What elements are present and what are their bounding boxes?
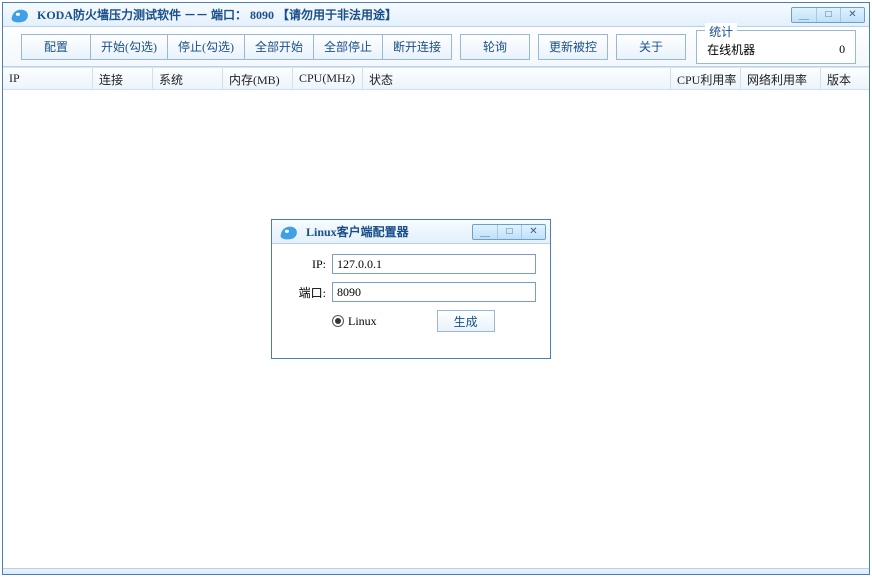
config-button[interactable]: 配置 — [21, 34, 91, 60]
dialog-window: Linux客户端配置器 ＿ □ ✕ IP: 端口: Linux 生成 — [271, 219, 551, 359]
dialog-close-icon[interactable]: ✕ — [521, 225, 545, 239]
col-ip[interactable]: IP — [3, 68, 93, 89]
stop-checked-button[interactable]: 停止(勾选) — [168, 34, 245, 60]
about-button[interactable]: 关于 — [616, 34, 686, 60]
app-logo-icon — [9, 4, 31, 26]
port-label: 端口: — [286, 284, 326, 301]
disconnect-button[interactable]: 断开连接 — [383, 34, 452, 60]
stats-value: 0 — [839, 42, 845, 57]
port-input[interactable] — [332, 282, 536, 302]
col-conn[interactable]: 连接 — [93, 68, 153, 89]
main-title: KODA防火墙压力测试软件 －－ 端口： 8090 【请勿用于非法用途】 — [37, 6, 785, 23]
col-mem[interactable]: 内存(MB) — [223, 68, 293, 89]
update-controlled-button[interactable]: 更新被控 — [538, 34, 608, 60]
minimize-icon[interactable]: ＿ — [792, 8, 816, 22]
stop-all-button[interactable]: 全部停止 — [314, 34, 383, 60]
linux-radio-label: Linux — [348, 314, 377, 329]
toolbar: 配置 开始(勾选) 停止(勾选) 全部开始 全部停止 断开连接 轮询 更新被控 … — [3, 27, 869, 67]
main-titlebar[interactable]: KODA防火墙压力测试软件 －－ 端口： 8090 【请勿用于非法用途】 ＿ □… — [3, 3, 869, 27]
dialog-body: IP: 端口: Linux 生成 — [272, 244, 550, 342]
radio-dot-icon — [332, 315, 344, 327]
dialog-title: Linux客户端配置器 — [306, 223, 466, 240]
poll-button[interactable]: 轮询 — [460, 34, 530, 60]
start-all-button[interactable]: 全部开始 — [245, 34, 314, 60]
col-system[interactable]: 系统 — [153, 68, 223, 89]
maximize-icon[interactable]: □ — [816, 8, 840, 22]
col-status[interactable]: 状态 — [363, 68, 671, 89]
dialog-maximize-icon[interactable]: □ — [497, 225, 521, 239]
ip-input[interactable] — [332, 254, 536, 274]
table-header: IP 连接 系统 内存(MB) CPU(MHz) 状态 CPU利用率 网络利用率… — [3, 68, 869, 90]
stats-box: 统计 在线机器 0 — [696, 30, 856, 64]
dialog-window-controls: ＿ □ ✕ — [472, 224, 546, 240]
dialog-logo-icon — [278, 221, 300, 243]
col-cpu[interactable]: CPU(MHz) — [293, 68, 363, 89]
dialog-minimize-icon[interactable]: ＿ — [473, 225, 497, 239]
start-checked-button[interactable]: 开始(勾选) — [91, 34, 168, 60]
ip-label: IP: — [286, 257, 326, 272]
generate-button[interactable]: 生成 — [437, 310, 495, 332]
close-icon[interactable]: ✕ — [840, 8, 864, 22]
col-cpu-util[interactable]: CPU利用率 — [671, 68, 741, 89]
linux-radio[interactable]: Linux — [332, 314, 377, 329]
col-version[interactable]: 版本 — [821, 68, 869, 89]
stats-legend: 统计 — [705, 23, 737, 40]
stats-label: 在线机器 — [707, 41, 755, 58]
col-net-util[interactable]: 网络利用率 — [741, 68, 821, 89]
main-window-controls: ＿ □ ✕ — [791, 7, 865, 23]
dialog-titlebar[interactable]: Linux客户端配置器 ＿ □ ✕ — [272, 220, 550, 244]
main-footer — [3, 568, 869, 574]
